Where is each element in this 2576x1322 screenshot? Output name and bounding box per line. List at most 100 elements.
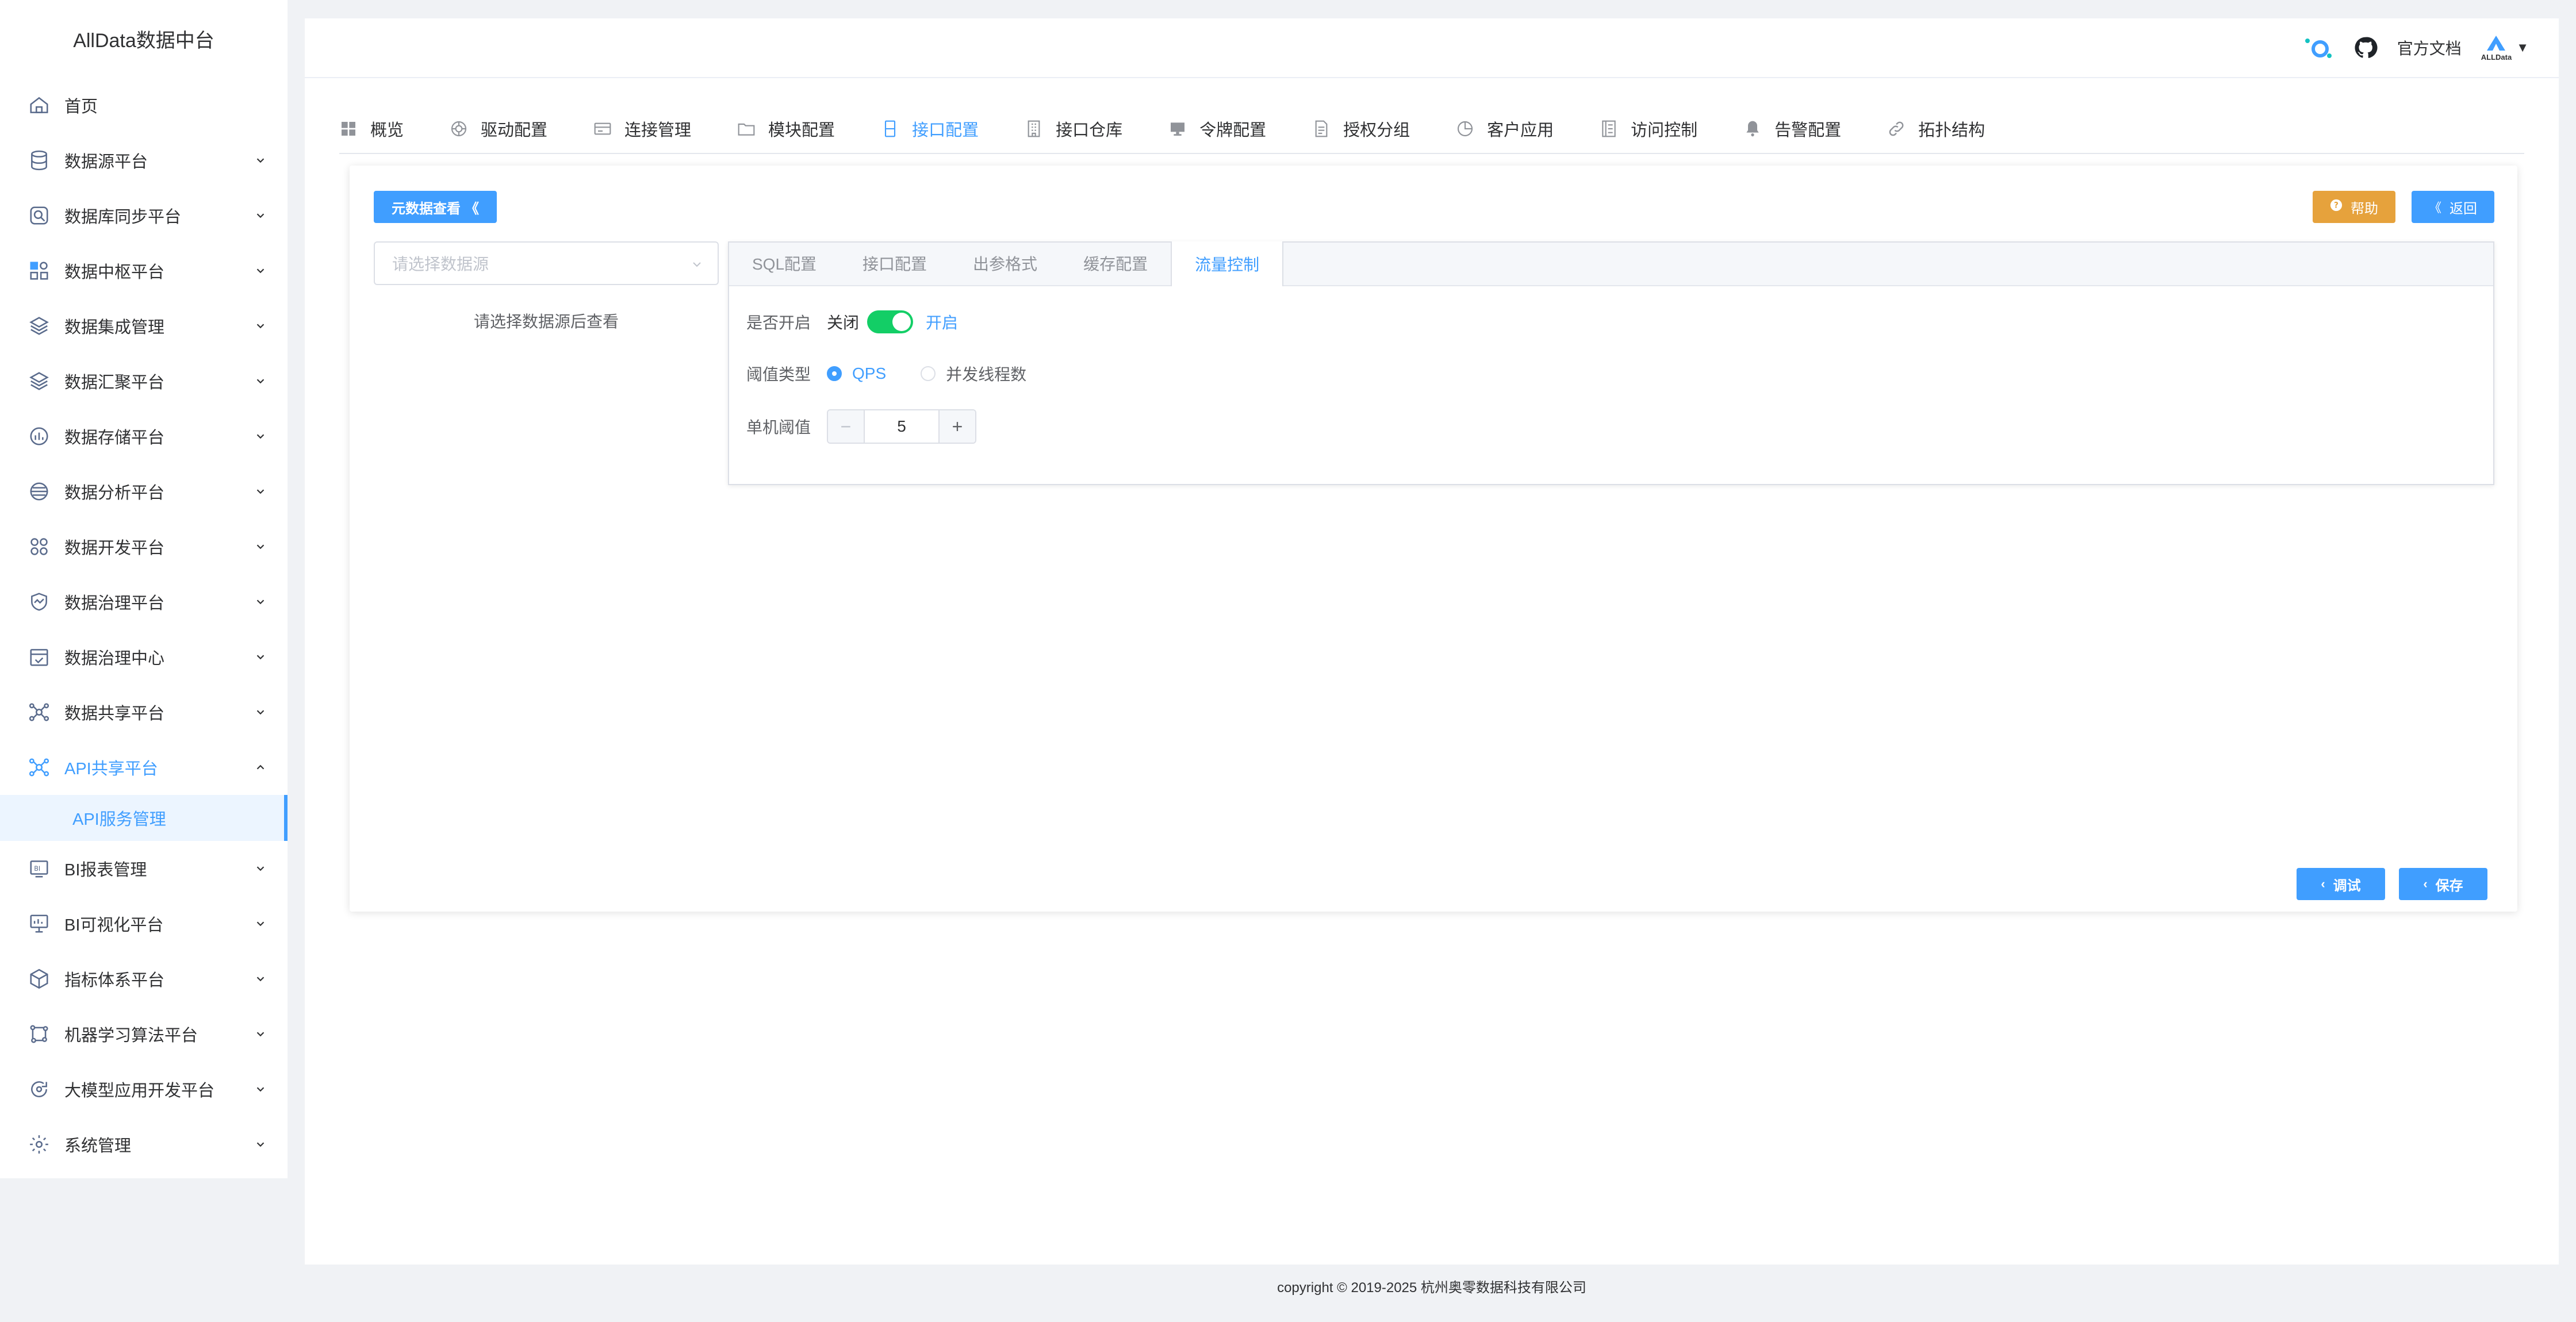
- tab-label: 授权分组: [1343, 121, 1410, 140]
- sidebar-item-ml[interactable]: 机器学习算法平台: [0, 1006, 288, 1062]
- tab-interface-config[interactable]: 接口配置: [881, 105, 979, 153]
- threshold-type-row: 阈值类型 QPS 并发线程数: [746, 362, 1061, 385]
- sidebar-item-label: 数据治理平台: [64, 594, 165, 613]
- card-icon: [594, 122, 611, 135]
- sidebar-item-home[interactable]: 首页: [0, 78, 288, 133]
- tab-driver-config[interactable]: 驱动配置: [450, 105, 547, 153]
- layers-icon: [28, 314, 51, 337]
- double-chevron-left-icon: 《: [2428, 201, 2441, 215]
- settings-icon: [28, 1133, 51, 1156]
- sidebar-item-bi-report[interactable]: BI BI报表管理: [0, 841, 288, 896]
- increase-button[interactable]: +: [938, 410, 975, 443]
- home-icon: [28, 94, 51, 117]
- tab-label: 告警配置: [1774, 121, 1842, 140]
- radio-concurrent-threads[interactable]: 并发线程数: [921, 362, 1026, 385]
- brand-title: AllData数据中台: [73, 30, 214, 52]
- tab-interface-repo[interactable]: 接口仓库: [1025, 105, 1122, 153]
- sidebar-subitem-api-service[interactable]: API服务管理: [0, 795, 288, 841]
- sidebar-item-governance-center[interactable]: 数据治理中心: [0, 629, 288, 685]
- radio-qps[interactable]: QPS: [827, 364, 886, 383]
- sidebar-item-system[interactable]: 系统管理: [0, 1117, 288, 1172]
- sidebar-item-storage[interactable]: 数据存储平台: [0, 409, 288, 464]
- sidebar-item-label: BI可视化平台: [64, 916, 164, 935]
- debug-button[interactable]: ‹ 调试: [2297, 868, 2385, 900]
- chevron-down-icon: [693, 262, 701, 267]
- sidebar-item-label: 数据开发平台: [64, 539, 165, 558]
- sidebar-item-label: API共享平台: [64, 760, 158, 778]
- svg-text:?: ?: [2334, 201, 2339, 210]
- app-logo-icon[interactable]: [2304, 35, 2334, 60]
- sidebar-item-bi-visual[interactable]: BI可视化平台: [0, 896, 288, 951]
- sidebar-item-develop[interactable]: 数据开发平台: [0, 519, 288, 574]
- sidebar-item-llm[interactable]: 大模型应用开发平台: [0, 1062, 288, 1117]
- tab-output-format[interactable]: 出参格式: [950, 241, 1060, 285]
- tab-sql-config[interactable]: SQL配置: [729, 241, 839, 285]
- link-icon: [1889, 121, 1904, 136]
- tab-label: 拓扑结构: [1918, 121, 1985, 140]
- top-navbar: 官方文档 ALLData ▼: [305, 18, 2559, 78]
- sidebar-item-db-sync[interactable]: 数据库同步平台: [0, 188, 288, 243]
- metadata-view-label: 元数据查看: [392, 201, 461, 217]
- official-docs-link[interactable]: 官方文档: [2397, 36, 2462, 59]
- sidebar-item-data-hub[interactable]: 数据中枢平台: [0, 243, 288, 298]
- caret-down-icon: ▼: [2516, 40, 2529, 55]
- ml-icon: [28, 1023, 51, 1046]
- chevron-down-icon: [256, 710, 264, 715]
- sidebar-item-label: 数据中枢平台: [64, 263, 165, 282]
- enable-switch[interactable]: [867, 310, 914, 333]
- tab-module-config[interactable]: 模块配置: [737, 105, 835, 153]
- sidebar-item-data-share[interactable]: 数据共享平台: [0, 685, 288, 740]
- single-threshold-label: 单机阈值: [746, 418, 811, 436]
- sidebar-item-integration[interactable]: 数据集成管理: [0, 298, 288, 353]
- chevron-down-icon: [256, 489, 264, 494]
- tab-connection[interactable]: 连接管理: [593, 105, 691, 153]
- sidebar-item-label: 首页: [64, 98, 98, 116]
- decrease-button[interactable]: −: [828, 410, 865, 443]
- analysis-icon: [28, 480, 51, 503]
- tab-api-config[interactable]: 接口配置: [839, 241, 950, 285]
- sidebar-item-label: 机器学习算法平台: [64, 1027, 198, 1045]
- tab-topology[interactable]: 拓扑结构: [1887, 105, 1985, 153]
- tab-access-control[interactable]: 访问控制: [1600, 105, 1697, 153]
- datasource-hint: 请选择数据源后查看: [473, 313, 619, 330]
- sidebar-item-aggregation[interactable]: 数据汇聚平台: [0, 353, 288, 409]
- metadata-view-button[interactable]: 元数据查看 《: [374, 191, 497, 223]
- document-icon: [1315, 120, 1328, 137]
- sidebar-item-label: 指标体系平台: [64, 971, 165, 990]
- tab-auth-group[interactable]: 授权分组: [1312, 105, 1410, 153]
- sidebar-item-label: BI报表管理: [64, 861, 147, 879]
- switch-on-text: 开启: [926, 314, 959, 332]
- chevron-down-icon: [256, 544, 264, 549]
- main-content: 官方文档 ALLData ▼ 概览 驱动配置 连接管理 模块配置 接口配置 接口…: [305, 18, 2559, 1265]
- governance-icon: [28, 590, 51, 613]
- sync-icon: [28, 204, 51, 227]
- sidebar-item-label: 数据源平台: [64, 153, 148, 171]
- datasource-select[interactable]: 请选择数据源: [374, 241, 719, 285]
- tab-cache-config[interactable]: 缓存配置: [1060, 241, 1171, 285]
- tab-alert-config[interactable]: 告警配置: [1743, 105, 1841, 153]
- radio-indicator: [827, 366, 842, 381]
- sidebar-item-datasource[interactable]: 数据源平台: [0, 133, 288, 188]
- help-button[interactable]: ? 帮助: [2313, 191, 2395, 223]
- tab-overview[interactable]: 概览: [339, 105, 404, 153]
- save-button[interactable]: ‹ 保存: [2399, 868, 2487, 900]
- sidebar-item-api-share[interactable]: API共享平台: [0, 740, 288, 795]
- tab-token-config[interactable]: 令牌配置: [1168, 105, 1266, 153]
- debug-label: 调试: [2333, 878, 2361, 894]
- monitor-icon: [1171, 122, 1185, 136]
- list-icon: [1602, 120, 1616, 137]
- threshold-value-input[interactable]: 5: [865, 417, 938, 436]
- sidebar-item-analysis[interactable]: 数据分析平台: [0, 464, 288, 519]
- sidebar-item-metrics[interactable]: 指标体系平台: [0, 951, 288, 1006]
- github-icon[interactable]: [2353, 36, 2378, 60]
- bi-screen-icon: [28, 912, 51, 935]
- calendar-check-icon: [28, 645, 51, 668]
- user-menu[interactable]: ALLData ▼: [2481, 34, 2529, 62]
- chevron-down-icon: [256, 1087, 264, 1092]
- tab-flow-control[interactable]: 流量控制: [1171, 241, 1284, 286]
- sidebar-item-governance[interactable]: 数据治理平台: [0, 574, 288, 629]
- double-chevron-left-icon: 《: [465, 201, 479, 217]
- tab-client-app[interactable]: 客户应用: [1456, 105, 1554, 153]
- llm-icon: [28, 1078, 51, 1101]
- back-button[interactable]: 《 返回: [2412, 191, 2494, 223]
